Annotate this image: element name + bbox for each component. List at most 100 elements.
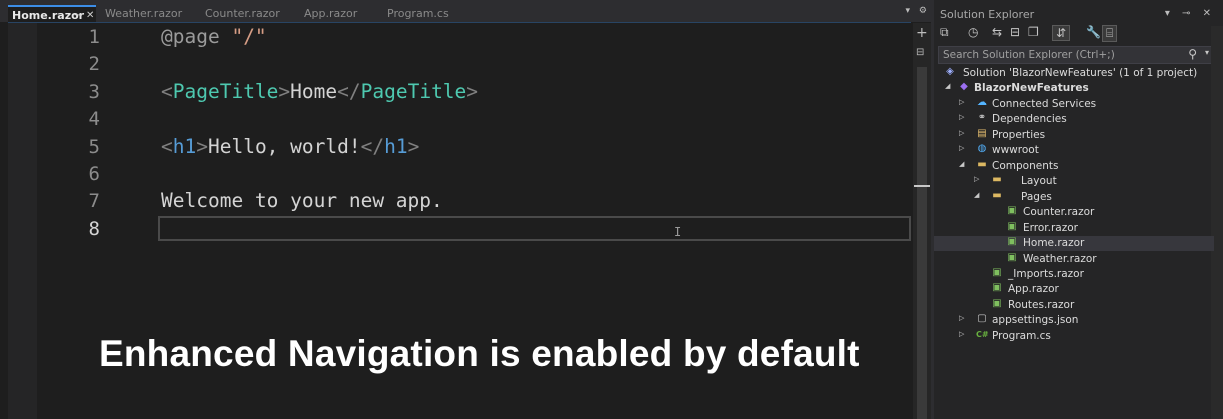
- tab-list-dropdown-icon[interactable]: ▾: [906, 6, 911, 16]
- search-placeholder: Search Solution Explorer (Ctrl+;): [943, 49, 1115, 61]
- route-string: "/": [231, 25, 267, 48]
- code-editor[interactable]: Home.razor ⊸ ✕ Weather.razor Counter.raz…: [0, 0, 931, 419]
- page-directive: @page: [161, 25, 220, 48]
- search-icon[interactable]: ⚲: [1188, 47, 1197, 61]
- split-icon[interactable]: ⊟: [916, 47, 924, 58]
- collapsed-arrow-icon[interactable]: ▷: [959, 129, 964, 137]
- tree-item-label: Pages: [1021, 191, 1052, 203]
- tree-item-counter-razor[interactable]: ▣ Counter.razor: [934, 205, 1214, 220]
- bracket: >: [407, 135, 420, 158]
- tab-program-cs[interactable]: Program.cs: [387, 5, 449, 22]
- dropdown-icon[interactable]: ▾: [1165, 8, 1170, 19]
- tree-item-error-razor[interactable]: ▣ Error.razor: [934, 221, 1214, 236]
- collapsed-arrow-icon[interactable]: ▷: [959, 314, 964, 322]
- tab-label: App.razor: [304, 7, 358, 20]
- history-icon[interactable]: ◷: [968, 25, 978, 39]
- active-tab-underline: [8, 22, 911, 23]
- tab-weather-razor[interactable]: Weather.razor: [105, 5, 182, 22]
- tree-item-imports-razor[interactable]: ▣ _Imports.razor: [934, 267, 1214, 282]
- editor-margin: [8, 23, 37, 419]
- video-caption: Enhanced Navigation is enabled by defaul…: [99, 333, 860, 374]
- tree-item-appsettings-json[interactable]: ▷ ▢ appsettings.json: [934, 313, 1214, 328]
- close-icon[interactable]: ✕: [1203, 8, 1211, 19]
- panel-controls: ▾ ⊸ ✕: [1156, 8, 1211, 19]
- tree-item-label: Solution 'BlazorNewFeatures' (1 of 1 pro…: [963, 67, 1198, 79]
- tree-item-weather-razor[interactable]: ▣ Weather.razor: [934, 252, 1214, 267]
- tree-item-pages[interactable]: ◢ ▬ Pages: [934, 190, 1214, 205]
- tab-counter-razor[interactable]: Counter.razor: [205, 5, 280, 22]
- line-number: 2: [88, 53, 100, 75]
- line-number-current: 8: [88, 218, 100, 240]
- tree-item-label: Dependencies: [992, 113, 1067, 125]
- tree-item-label: wwwroot: [992, 144, 1039, 156]
- filter-icon[interactable]: ⇵: [1052, 25, 1071, 41]
- razor-file-icon: ▣: [992, 267, 1002, 278]
- solution-explorer: Solution Explorer ▾ ⊸ ✕ ⧉ ◷ ⇆ ⊟ ❐ ⇵ 🔧 ⌸ …: [931, 0, 1223, 419]
- tree-item-connected-services[interactable]: ▷ ☁ Connected Services: [934, 97, 1214, 112]
- line-number: 3: [88, 81, 100, 103]
- panel-title: Solution Explorer: [940, 8, 1035, 21]
- collapsed-arrow-icon[interactable]: ▷: [959, 144, 964, 152]
- bracket: </: [360, 135, 385, 158]
- collapsed-arrow-icon[interactable]: ▷: [974, 175, 979, 183]
- tree-item-program-cs[interactable]: ▷ C# Program.cs: [934, 329, 1214, 344]
- expanded-arrow-icon[interactable]: ◢: [974, 191, 979, 199]
- tree-item-label: appsettings.json: [992, 314, 1079, 326]
- preview-icon[interactable]: ⌸: [1102, 25, 1118, 42]
- tab-app-razor[interactable]: App.razor: [304, 5, 357, 22]
- caret-position-marker: [914, 185, 930, 187]
- tree-item-routes-razor[interactable]: ▣ Routes.razor: [934, 298, 1214, 313]
- html-tag: h1: [384, 135, 408, 158]
- gear-icon[interactable]: ⚙: [919, 6, 927, 16]
- bracket: >: [196, 135, 208, 158]
- collapsed-arrow-icon[interactable]: ▷: [959, 98, 964, 106]
- switch-views-icon[interactable]: ⧉: [940, 25, 949, 40]
- collapsed-arrow-icon[interactable]: ▷: [959, 113, 964, 121]
- tree-item-wwwroot[interactable]: ▷ ◍ wwwroot: [934, 143, 1214, 158]
- code-line-1[interactable]: @page "/": [161, 25, 267, 48]
- collapse-all-icon[interactable]: ⊟: [1010, 25, 1020, 39]
- tab-home-razor[interactable]: Home.razor ⊸ ✕: [8, 5, 96, 22]
- sync-icon[interactable]: ⇆: [992, 25, 1002, 39]
- vertical-scrollbar[interactable]: + ⊟: [913, 23, 931, 419]
- tree-item-components[interactable]: ◢ ▬ Components: [934, 159, 1214, 174]
- connected-services-icon: ☁: [977, 97, 987, 108]
- razor-file-icon: ▣: [992, 282, 1002, 293]
- code-line-7[interactable]: Welcome to your new app.: [161, 189, 443, 212]
- chevron-down-icon[interactable]: ▾: [1205, 48, 1209, 57]
- tree-item-label: BlazorNewFeatures: [974, 82, 1089, 94]
- pin-icon[interactable]: ⊸: [1182, 8, 1190, 19]
- wrench-icon[interactable]: 🔧: [1086, 25, 1101, 39]
- line-number: 6: [88, 163, 100, 185]
- html-tag: h1: [172, 135, 197, 158]
- tree-item-label: _Imports.razor: [1008, 268, 1084, 280]
- bracket: <: [161, 80, 173, 103]
- ibeam-cursor-icon: I: [674, 225, 682, 239]
- tree-item-home-razor[interactable]: ▣ Home.razor: [934, 236, 1214, 251]
- expanded-arrow-icon[interactable]: ◢: [959, 160, 964, 168]
- add-icon[interactable]: +: [916, 25, 928, 41]
- tree-item-solution[interactable]: ◈ Solution 'BlazorNewFeatures' (1 of 1 p…: [934, 66, 1214, 81]
- code-line-3[interactable]: <PageTitle>Home</PageTitle>: [161, 80, 478, 103]
- properties-icon: ▤: [977, 128, 987, 139]
- tree-item-dependencies[interactable]: ▷ ⚭ Dependencies: [934, 112, 1214, 127]
- tree-item-label: Program.cs: [992, 330, 1051, 342]
- tree-item-properties[interactable]: ▷ ▤ Properties: [934, 128, 1214, 143]
- expanded-arrow-icon[interactable]: ◢: [945, 82, 950, 90]
- line-number: 7: [88, 190, 100, 212]
- collapsed-arrow-icon[interactable]: ▷: [959, 330, 964, 338]
- show-all-files-icon[interactable]: ❐: [1028, 25, 1039, 39]
- folder-icon: ▬: [992, 174, 1002, 185]
- tree-item-label: Components: [992, 160, 1059, 172]
- search-solution-explorer-input[interactable]: Search Solution Explorer (Ctrl+;) ⚲ ▾: [938, 46, 1214, 64]
- tree-item-layout[interactable]: ▷ ▬ Layout: [934, 174, 1214, 189]
- tab-label: Counter.razor: [205, 7, 280, 20]
- project-icon: ◆: [960, 81, 968, 92]
- tree-item-app-razor[interactable]: ▣ App.razor: [934, 282, 1214, 297]
- scrollbar-thumb[interactable]: [917, 67, 927, 419]
- tree-item-project[interactable]: ◢ ◆ BlazorNewFeatures: [934, 81, 1214, 96]
- current-line-highlight[interactable]: [158, 216, 911, 241]
- code-line-5[interactable]: <h1>Hello, world!</h1>: [161, 135, 419, 158]
- solution-icon: ◈: [946, 66, 954, 77]
- json-file-icon: ▢: [977, 313, 987, 324]
